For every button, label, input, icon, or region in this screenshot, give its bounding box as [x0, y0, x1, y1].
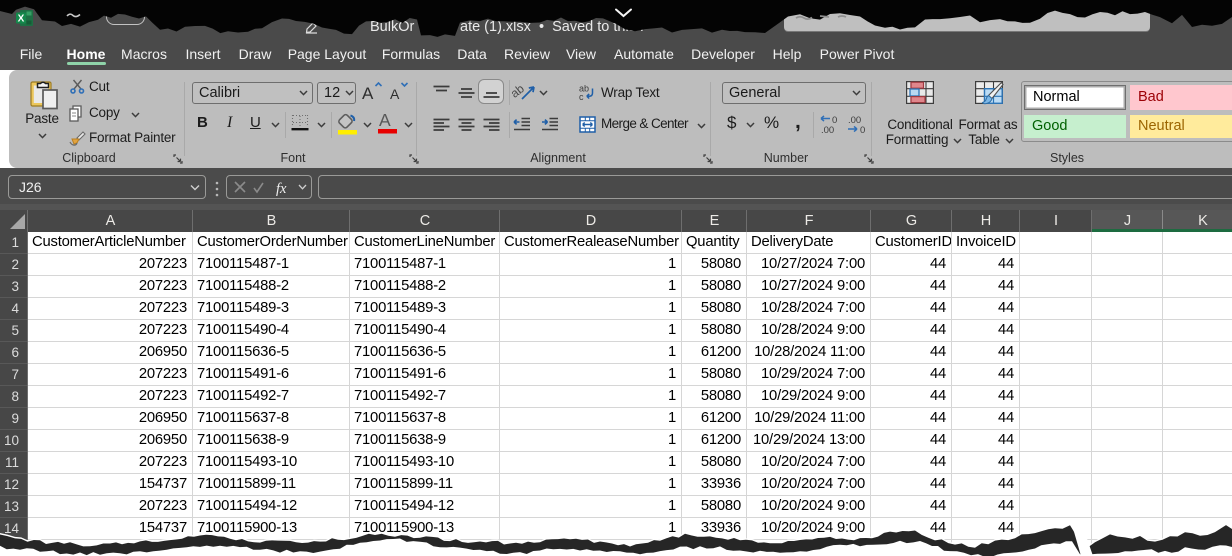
svg-text:fx: fx — [276, 181, 287, 197]
svg-text:c: c — [579, 92, 584, 102]
svg-text:X: X — [18, 14, 25, 25]
svg-text:.00: .00 — [821, 125, 834, 136]
svg-text:0: 0 — [860, 125, 865, 136]
svg-text:A: A — [362, 84, 374, 103]
svg-text:A: A — [390, 86, 400, 102]
svg-text:A: A — [379, 110, 391, 130]
